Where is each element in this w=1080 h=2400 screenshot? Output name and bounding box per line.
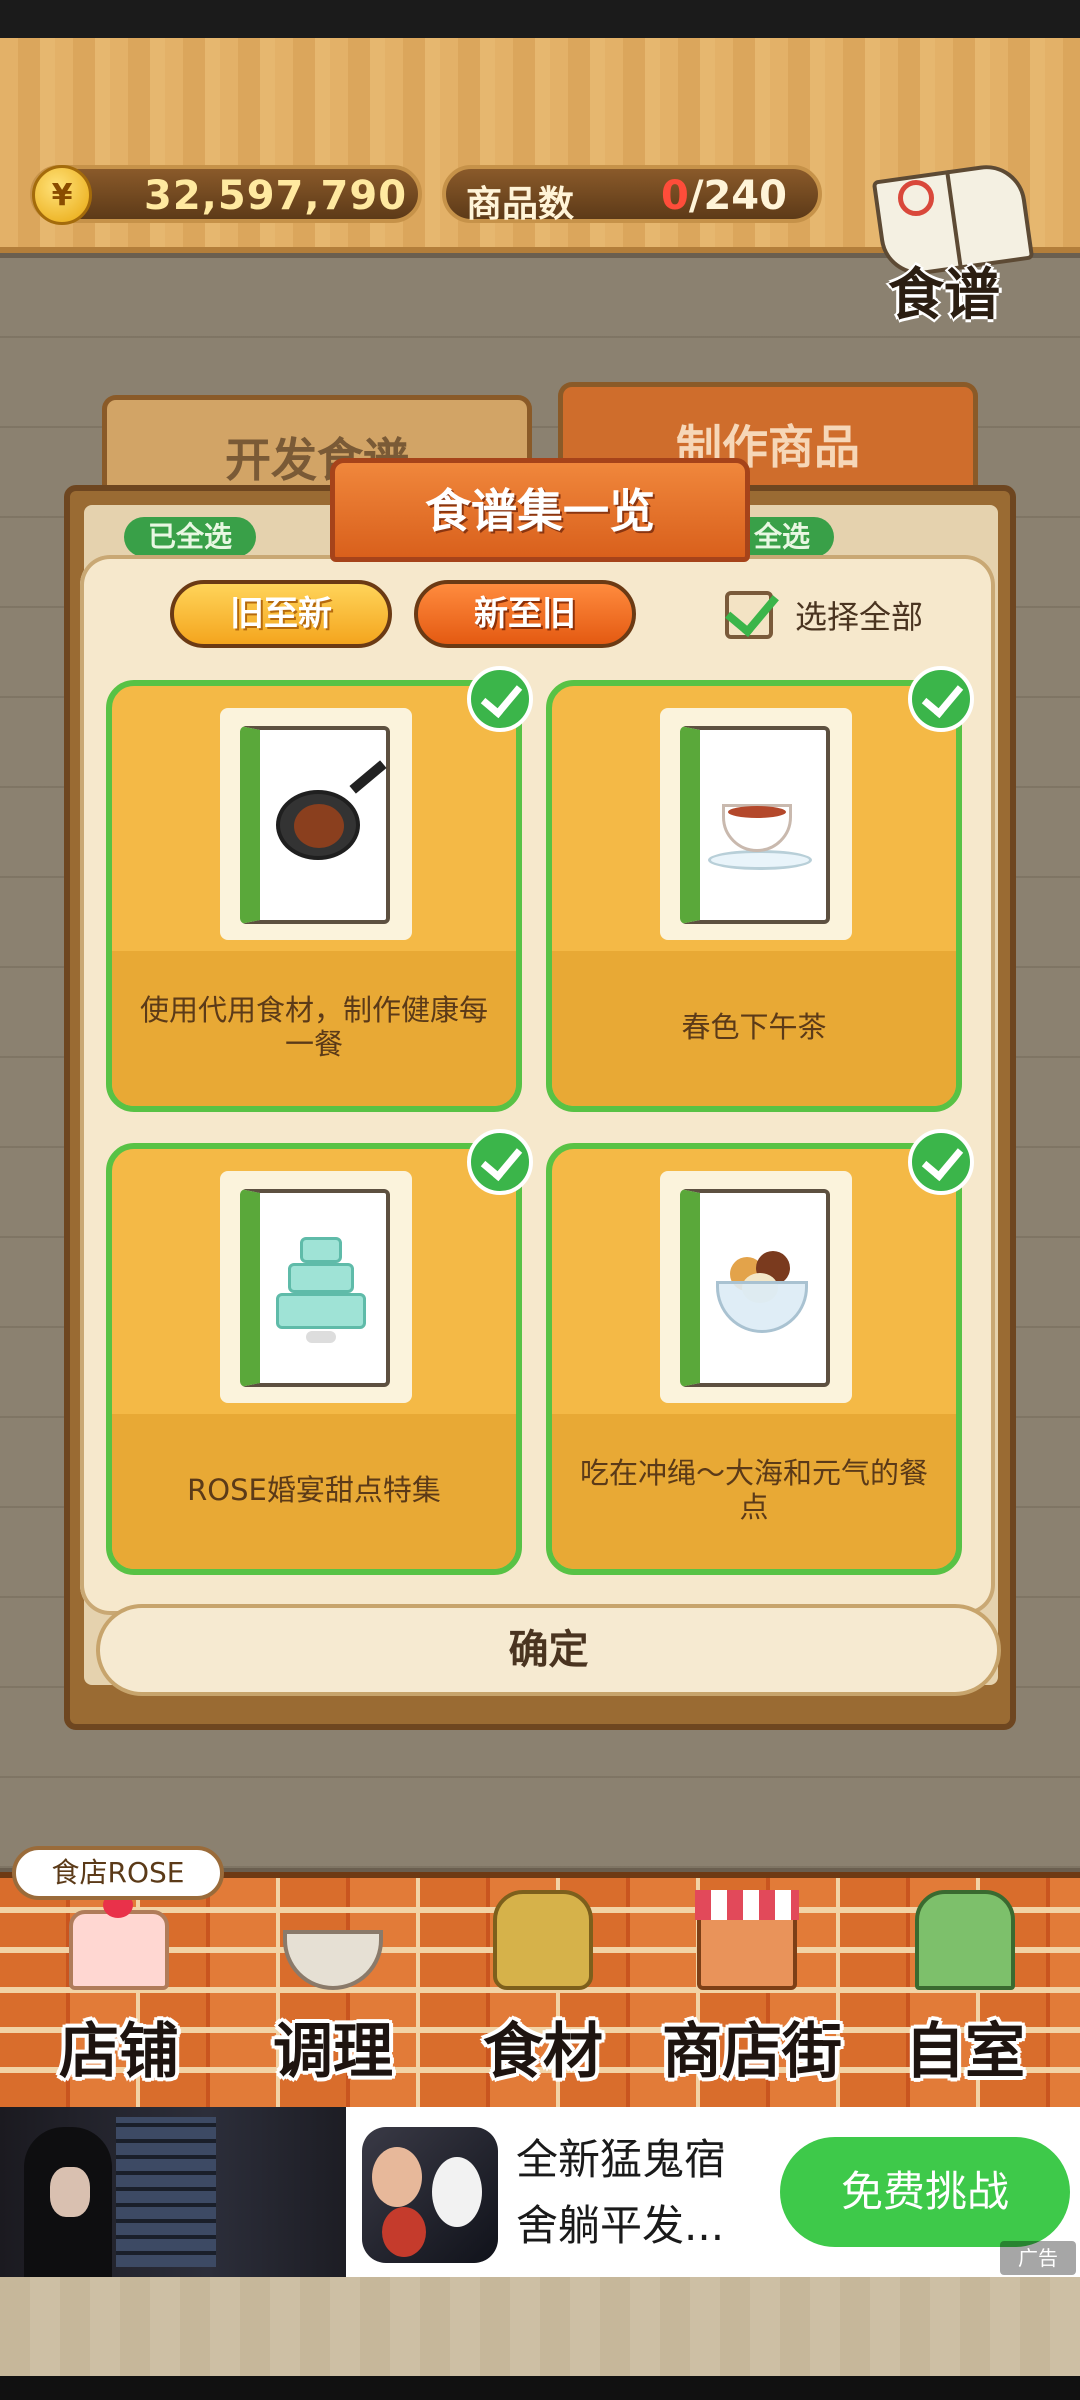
ad-banner[interactable]: 全新猛鬼宿 舍躺平发... 免费挑战 广告 xyxy=(0,2107,1080,2277)
sack-icon xyxy=(493,1890,593,1990)
ad-line-1: 全新猛鬼宿 xyxy=(516,2135,727,2184)
recipe-card[interactable]: 使用代用食材，制作健康每一餐 xyxy=(106,680,522,1112)
nav-label: 店铺 xyxy=(59,2017,179,2087)
navigation-bar xyxy=(0,2376,1080,2400)
checkmark-icon[interactable] xyxy=(908,666,974,732)
nav-item-shop[interactable]: 店铺 xyxy=(24,1890,214,2090)
dessert-bowl-icon xyxy=(702,1227,820,1345)
confirm-button[interactable]: 确定 xyxy=(96,1604,1001,1696)
nav-item-cook[interactable]: 调理 xyxy=(238,1890,428,2090)
select-all-label: 选择全部 xyxy=(795,598,924,636)
game-screen: ¥ 32,597,790 商品数 0/240 食谱 开发食谱 制作商品 已全选 … xyxy=(0,0,1080,2400)
frying-pan-dish-icon xyxy=(262,760,387,882)
goods-count-label: 商品数 xyxy=(466,184,575,225)
ad-app-logo[interactable] xyxy=(362,2127,498,2263)
select-all-checkbox[interactable] xyxy=(725,591,773,639)
goods-owned: 0 xyxy=(661,173,689,219)
goods-total: /240 xyxy=(688,173,787,219)
ad-line-2: 舍躺平发... xyxy=(516,2201,725,2250)
sort-new-to-old-button[interactable]: 新至旧 xyxy=(414,580,636,648)
shop-icon xyxy=(695,1890,799,1990)
magnifier-icon xyxy=(898,180,934,216)
wedding-cake-icon xyxy=(262,1227,380,1345)
recipe-card[interactable]: 春色下午茶 xyxy=(546,680,962,1112)
goods-count-display: 商品数 0/240 xyxy=(442,165,822,225)
checkmark-icon[interactable] xyxy=(467,666,533,732)
recipe-card-title: 使用代用食材，制作健康每一餐 xyxy=(139,993,488,1061)
nav-item-my-room[interactable]: 自室 xyxy=(870,1890,1060,2090)
mixing-bowl-icon xyxy=(283,1930,383,1990)
recipe-card-title: 春色下午茶 xyxy=(681,1010,827,1044)
nav-item-shopping-street[interactable]: 商店街 xyxy=(652,1890,852,2090)
checkmark-icon[interactable] xyxy=(467,1129,533,1195)
shop-name-label: 食店ROSE xyxy=(12,1846,224,1900)
status-bar xyxy=(0,0,1080,38)
checkmark-icon[interactable] xyxy=(908,1129,974,1195)
recipe-card[interactable]: ROSE婚宴甜点特集 xyxy=(106,1143,522,1575)
teacup-icon xyxy=(702,764,820,882)
money-display: ¥ 32,597,790 xyxy=(30,165,422,225)
recipe-book-button[interactable]: 食谱 xyxy=(868,160,1040,328)
select-all-toggle[interactable]: 选择全部 xyxy=(725,582,923,648)
nav-label: 商店街 xyxy=(662,2017,842,2087)
selected-all-chip: 已全选 xyxy=(124,517,257,557)
staff-door-icon xyxy=(915,1890,1015,1990)
dialog-title: 食谱集一览 xyxy=(330,458,750,562)
recipe-card[interactable]: 吃在冲绳～大海和元气的餐点 xyxy=(546,1143,962,1575)
cake-icon xyxy=(69,1892,169,1990)
goods-count-value: 0/240 xyxy=(661,173,787,219)
money-value: 32,597,790 xyxy=(144,173,408,219)
yen-coin-icon: ¥ xyxy=(32,165,92,225)
ad-video-thumbnail[interactable] xyxy=(0,2107,346,2277)
recipe-book-label: 食谱 xyxy=(888,263,1000,328)
recipe-card-title: 吃在冲绳～大海和元气的餐点 xyxy=(579,1456,928,1524)
recipe-card-title: ROSE婚宴甜点特集 xyxy=(187,1473,441,1507)
ad-text[interactable]: 全新猛鬼宿 舍躺平发... xyxy=(516,2127,776,2259)
nav-item-ingredients[interactable]: 食材 xyxy=(448,1890,638,2090)
nav-label: 食材 xyxy=(483,2017,603,2087)
nav-label: 自室 xyxy=(905,2017,1025,2087)
nav-label: 调理 xyxy=(273,2017,393,2087)
sort-old-to-new-button[interactable]: 旧至新 xyxy=(170,580,392,648)
ad-tag: 广告 xyxy=(1000,2241,1076,2275)
ad-cta-button[interactable]: 免费挑战 xyxy=(780,2137,1070,2247)
